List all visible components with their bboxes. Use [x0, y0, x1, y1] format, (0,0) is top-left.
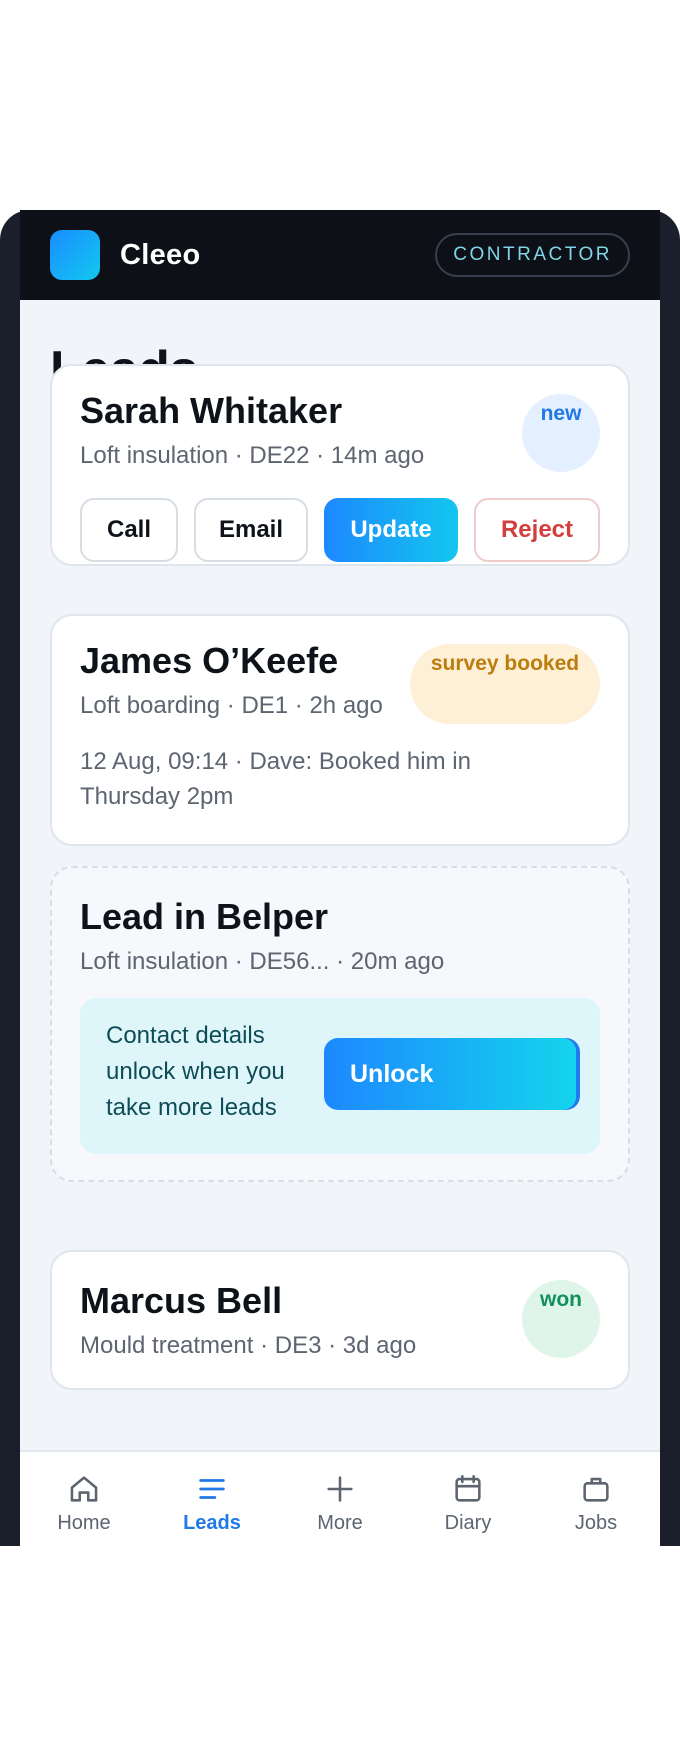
app-header: Cleeo CONTRACTOR	[20, 210, 660, 300]
nav-item-diary[interactable]: Diary	[404, 1452, 532, 1546]
nav-label: Leads	[183, 1512, 241, 1534]
nav-label: Home	[57, 1512, 111, 1534]
lead-name: Lead in Belper	[80, 896, 329, 937]
nav-item-more[interactable]: More	[276, 1452, 404, 1546]
unlock-button[interactable]: Unlock	[324, 1038, 576, 1110]
status-badge: won	[522, 1280, 600, 1358]
call-button[interactable]: Call	[80, 498, 178, 562]
email-button[interactable]: Email	[194, 498, 308, 562]
lead-card-locked-belper: Lead in Belper Loft insulation · DE56...…	[50, 866, 630, 1182]
status-badge: survey booked	[410, 644, 600, 724]
app-screen: Cleeo CONTRACTOR Leads Sarah Whitaker Lo…	[20, 210, 660, 1546]
lead-card-sarah-whitaker[interactable]: Sarah Whitaker Loft insulation · DE22 · …	[50, 364, 630, 566]
status-badge: new	[522, 394, 600, 472]
lead-meta: Loft boarding · DE1 · 2h ago	[80, 692, 383, 719]
nav-label: Diary	[444, 1512, 492, 1534]
role-badge: CONTRACTOR	[435, 233, 630, 277]
app-name: Cleeo	[120, 238, 201, 271]
update-button[interactable]: Update	[324, 498, 458, 562]
nav-item-jobs[interactable]: Jobs	[532, 1452, 660, 1546]
lead-meta: Loft insulation · DE22 · 14m ago	[80, 442, 425, 469]
nav-label: Jobs	[574, 1512, 618, 1534]
list-icon	[199, 1479, 225, 1499]
bottom-nav: Home Leads More Diary Jobs	[20, 1450, 660, 1546]
lead-activity-note: 12 Aug, 09:14 · Dave: Booked him in Thur…	[80, 748, 471, 810]
lead-meta: Loft insulation · DE56... · 20m ago	[80, 948, 445, 975]
lead-card-marcus-bell[interactable]: Marcus Bell Mould treatment · DE3 · 3d a…	[50, 1250, 630, 1390]
phone-frame: Cleeo CONTRACTOR Leads Sarah Whitaker Lo…	[0, 210, 680, 1546]
lead-card-james-okeefe[interactable]: James O’Keefe Loft boarding · DE1 · 2h a…	[50, 614, 630, 846]
unlock-message: Contact details unlock when you take mor…	[106, 1022, 285, 1121]
unlock-panel: Contact details unlock when you take mor…	[80, 998, 600, 1154]
lead-name: James O’Keefe	[80, 640, 339, 681]
lead-actions: Call Email Update Reject	[80, 498, 600, 562]
nav-item-leads[interactable]: Leads	[148, 1452, 276, 1546]
lead-name: Marcus Bell	[80, 1280, 283, 1321]
lead-name: Sarah Whitaker	[80, 390, 343, 431]
reject-button[interactable]: Reject	[474, 498, 600, 562]
nav-label: More	[317, 1512, 363, 1534]
home-icon	[70, 1476, 98, 1502]
lead-meta: Mould treatment · DE3 · 3d ago	[80, 1332, 417, 1359]
plus-icon	[327, 1476, 353, 1502]
app-logo	[50, 230, 100, 280]
nav-item-home[interactable]: Home	[20, 1452, 148, 1546]
briefcase-icon	[583, 1477, 609, 1502]
calendar-icon	[455, 1474, 481, 1502]
